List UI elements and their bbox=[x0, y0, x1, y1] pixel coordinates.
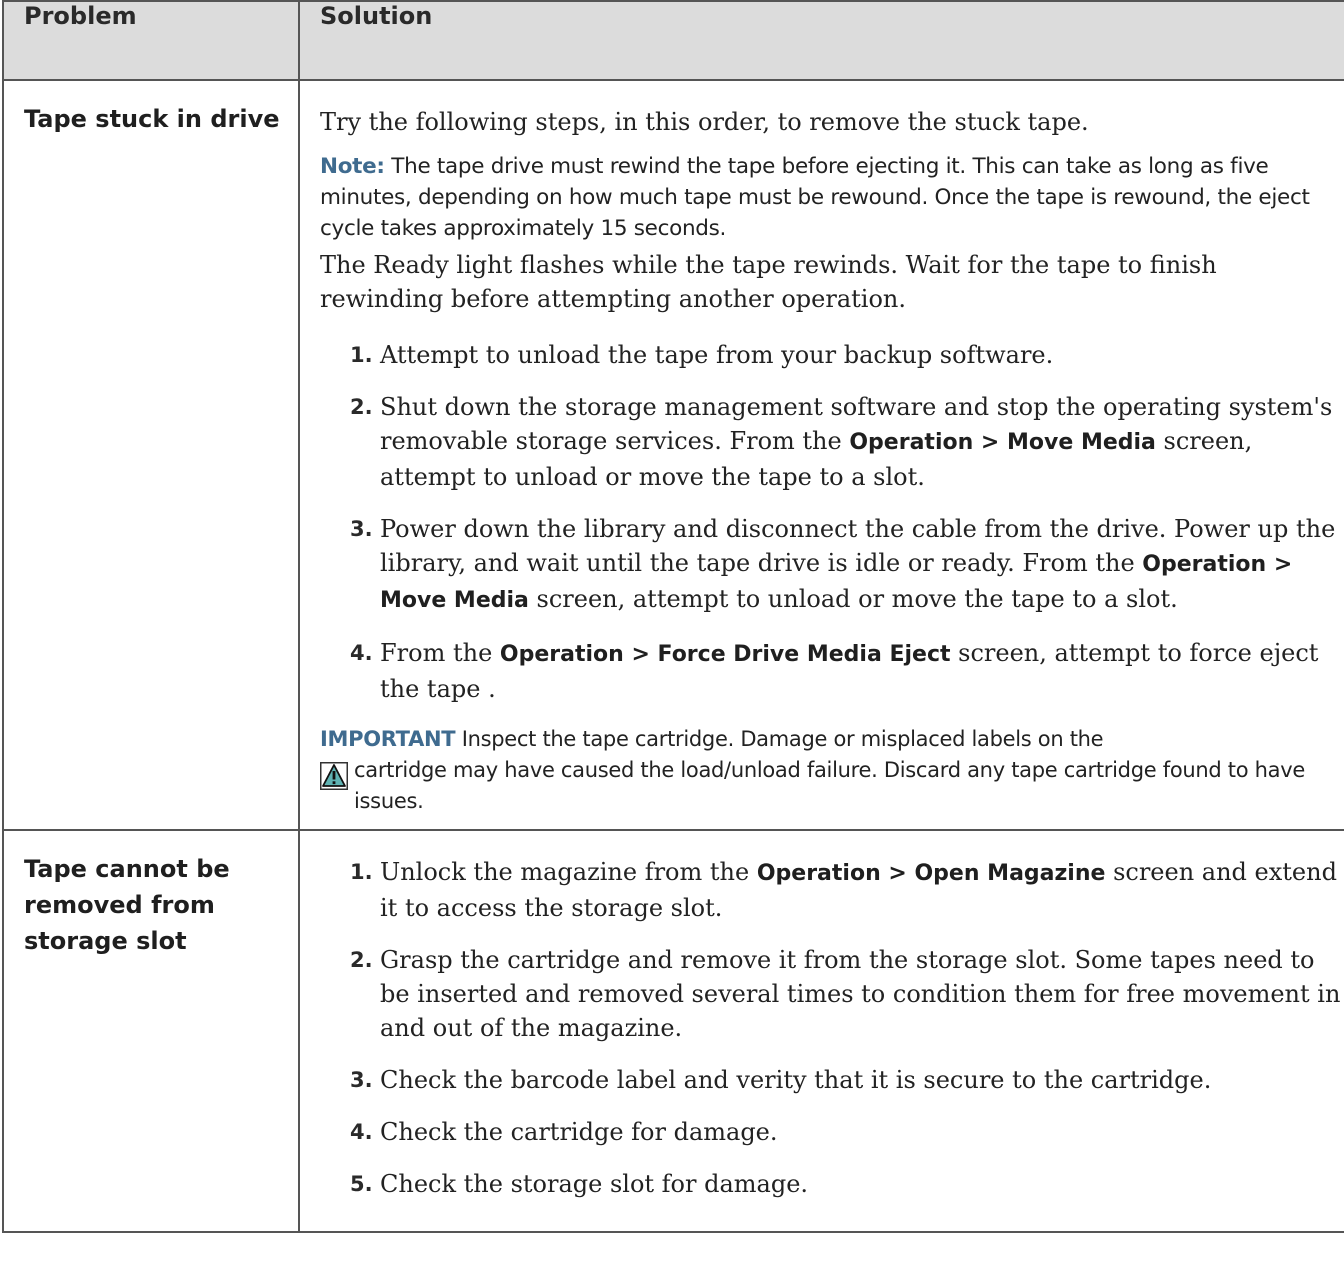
list-item: 4. From the Operation > Force Drive Medi… bbox=[320, 636, 1344, 706]
step-text: From the bbox=[380, 639, 500, 667]
step-text: Grasp the cartridge and remove it from t… bbox=[380, 946, 1341, 1042]
list-item: 2. Grasp the cartridge and remove it fro… bbox=[320, 943, 1344, 1045]
step-number: 5. bbox=[350, 1172, 373, 1196]
steps-list: 1. Unlock the magazine from the Operatio… bbox=[320, 855, 1344, 1201]
table-header-row: Problem Solution bbox=[2, 0, 1344, 81]
important-first-line: IMPORTANT Inspect the tape cartridge. Da… bbox=[320, 724, 1344, 755]
troubleshooting-table: Problem Solution Tape stuck in drive Try… bbox=[2, 0, 1344, 1233]
important-text: Inspect the tape cartridge. Damage or mi… bbox=[461, 727, 1104, 751]
table-row: Tape stuck in drive Try the following st… bbox=[2, 79, 1344, 831]
list-item: 5. Check the storage slot for damage. bbox=[320, 1167, 1344, 1201]
step-text: screen, attempt to unload or move the ta… bbox=[528, 585, 1178, 613]
problem-cell: Tape cannot be removed from storage slot bbox=[2, 829, 300, 1233]
step-text: Check the cartridge for damage. bbox=[380, 1118, 778, 1146]
step-number: 4. bbox=[350, 1120, 373, 1144]
important-text-continued: cartridge may have caused the load/unloa… bbox=[354, 758, 1305, 813]
solution-cell: Try the following steps, in this order, … bbox=[298, 79, 1344, 831]
problem-column-header: Problem bbox=[2, 0, 300, 81]
note: Note: The tape drive must rewind the tap… bbox=[320, 151, 1344, 244]
ui-path: Operation > Force Drive Media Eject bbox=[499, 642, 951, 667]
important-callout: IMPORTANT Inspect the tape cartridge. Da… bbox=[320, 724, 1344, 817]
step-text: Unlock the magazine from the bbox=[380, 858, 757, 886]
step-number: 4. bbox=[350, 641, 373, 665]
solution-column-header: Solution bbox=[298, 0, 1344, 81]
step-text: Attempt to unload the tape from your bac… bbox=[380, 341, 1054, 369]
intro-text: Try the following steps, in this order, … bbox=[320, 108, 1089, 136]
step-number: 2. bbox=[350, 395, 373, 419]
list-item: 1. Unlock the magazine from the Operatio… bbox=[320, 855, 1344, 925]
important-label: IMPORTANT bbox=[320, 727, 456, 751]
ui-path: Operation > Open Magazine bbox=[756, 861, 1106, 886]
note-text: The tape drive must rewind the tape befo… bbox=[320, 154, 1310, 241]
list-item: 3. Check the barcode label and verity th… bbox=[320, 1063, 1344, 1097]
table-row: Tape cannot be removed from storage slot… bbox=[2, 829, 1344, 1233]
ready-light-text: The Ready light flashes while the tape r… bbox=[320, 251, 1217, 313]
step-number: 1. bbox=[350, 860, 373, 884]
step-number: 3. bbox=[350, 1068, 373, 1092]
step-text: Check the barcode label and verity that … bbox=[380, 1066, 1212, 1094]
note-label: Note: bbox=[320, 154, 385, 179]
ui-path: Operation > Move Media bbox=[849, 430, 1156, 455]
problem-cell: Tape stuck in drive bbox=[2, 79, 300, 831]
step-number: 3. bbox=[350, 517, 373, 541]
solution-cell: 1. Unlock the magazine from the Operatio… bbox=[298, 829, 1344, 1233]
list-item: 4. Check the cartridge for damage. bbox=[320, 1115, 1344, 1149]
list-item: 1. Attempt to unload the tape from your … bbox=[320, 338, 1344, 372]
list-item: 3. Power down the library and disconnect… bbox=[320, 512, 1344, 618]
step-text: Check the storage slot for damage. bbox=[380, 1170, 809, 1198]
steps-list: 1. Attempt to unload the tape from your … bbox=[320, 338, 1344, 706]
warning-triangle-icon bbox=[320, 762, 348, 790]
step-number: 2. bbox=[350, 948, 373, 972]
list-item: 2. Shut down the storage management soft… bbox=[320, 390, 1344, 494]
step-number: 1. bbox=[350, 343, 373, 367]
